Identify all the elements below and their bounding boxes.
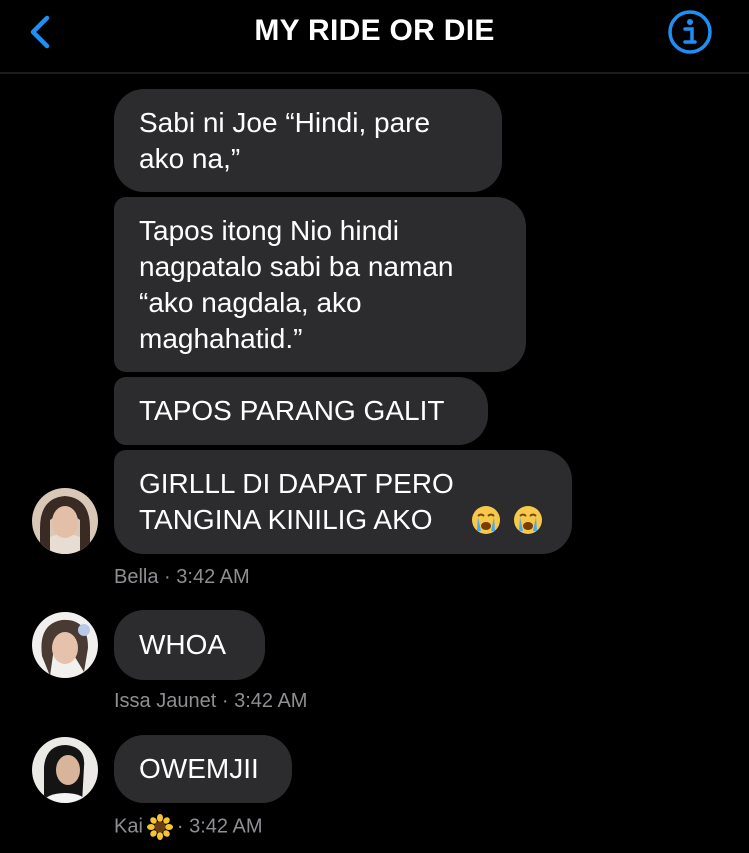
crying-face-icon	[472, 506, 500, 534]
message-bubble[interactable]: Sabi ni Joe “Hindi, pare ako na,”	[114, 89, 502, 192]
crying-face-icon	[514, 506, 542, 534]
message-bubble[interactable]: TAPOS PARANG GALIT	[114, 377, 488, 445]
info-icon[interactable]	[667, 9, 713, 55]
message-bubble[interactable]: OWEMJII	[114, 735, 292, 803]
avatar-kai[interactable]	[32, 737, 98, 803]
message-text: GIRLLL DI DAPAT PERO TANGINA KINILIG AKO	[139, 466, 542, 538]
message-bubble[interactable]: GIRLLL DI DAPAT PERO TANGINA KINILIG AKO	[114, 450, 572, 554]
timestamp: · 3:42 AM	[176, 815, 263, 838]
message-text: OWEMJII	[139, 753, 259, 784]
avatar-issa-jaunet[interactable]	[32, 612, 98, 678]
sender-name: Issa Jaunet	[114, 690, 217, 712]
sender-name: Bella	[114, 566, 159, 588]
message-bubble[interactable]: WHOA	[114, 610, 265, 680]
chat-header: MY RIDE OR DIE	[0, 0, 749, 74]
conversation-title[interactable]: MY RIDE OR DIE	[0, 14, 749, 48]
message-text: TAPOS PARANG GALIT	[139, 395, 445, 426]
timestamp: · 3:42 AM	[221, 690, 308, 712]
message-meta: Kai · 3:42 AM	[114, 814, 263, 840]
avatar-bella[interactable]	[32, 488, 98, 554]
sunflower-icon	[146, 814, 173, 840]
message-text: WHOA	[139, 629, 227, 660]
timestamp: · 3:42 AM	[164, 566, 250, 588]
message-text-content: GIRLLL DI DAPAT PERO TANGINA KINILIG AKO	[139, 468, 454, 535]
message-meta: Issa Jaunet · 3:42 AM	[114, 690, 307, 713]
sender-name: Kai	[114, 815, 143, 838]
message-text: Sabi ni Joe “Hindi, pare ako na,”	[139, 106, 431, 174]
message-text: Tapos itong Nio hindi nagpatalo sabi ba …	[139, 214, 454, 354]
message-meta: Bella · 3:42 AM	[114, 566, 250, 589]
message-bubble[interactable]: Tapos itong Nio hindi nagpatalo sabi ba …	[114, 197, 526, 372]
